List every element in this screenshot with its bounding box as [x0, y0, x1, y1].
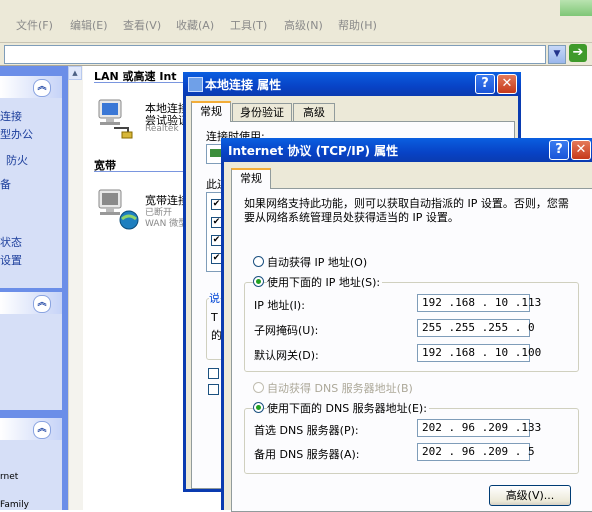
description-label: 说 — [209, 290, 220, 306]
task-pane-header-3[interactable]: ︽ — [0, 418, 62, 440]
subnet-mask-label: 子网掩码(U): — [254, 324, 319, 337]
windows-logo-icon — [560, 0, 592, 16]
section-divider — [94, 171, 194, 172]
manual-ip-radio[interactable] — [253, 276, 264, 287]
broadband-connection-device: WAN 微型 — [145, 219, 188, 229]
task-link-connect[interactable]: 连接 — [0, 108, 22, 124]
broadband-connection-icon[interactable] — [96, 186, 140, 232]
section-divider — [94, 82, 194, 83]
manual-ip-label[interactable]: 使用下面的 IP 地址(S): — [267, 274, 383, 290]
close-button[interactable]: ✕ — [497, 74, 517, 94]
manual-dns-radio[interactable] — [253, 402, 264, 413]
menu-file[interactable]: 文件(F) — [16, 17, 53, 33]
notify-checkbox[interactable] — [208, 384, 219, 395]
show-icon-checkbox[interactable] — [208, 368, 219, 379]
collapse-icon[interactable]: ︽ — [33, 421, 51, 439]
manual-dns-label[interactable]: 使用下面的 DNS 服务器地址(E): — [267, 400, 429, 416]
help-button[interactable]: ? — [475, 74, 495, 94]
auto-ip-label[interactable]: 自动获得 IP 地址(O) — [267, 254, 367, 270]
tab-general[interactable]: 常规 — [231, 168, 271, 189]
menu-edit[interactable]: 编辑(E) — [70, 17, 108, 33]
collapse-icon[interactable]: ︽ — [33, 295, 51, 313]
task-pane: ︽ 连接 型办公 防火 备 状态 设置 ︽ ︽ rnet Family — [0, 66, 68, 510]
gateway-label: 默认网关(D): — [254, 349, 319, 362]
task-link-office[interactable]: 型办公 — [0, 126, 33, 142]
preferred-dns-label: 首选 DNS 服务器(P): — [254, 424, 359, 437]
window-title: Internet 协议 (TCP/IP) 属性 — [228, 144, 399, 158]
other-places-panel — [0, 314, 62, 410]
dns-settings-group — [244, 408, 579, 474]
tab-page: 如果网络支持此功能，则可以获取自动指派的 IP 设置。否则，您需要从网络系统管理… — [231, 188, 592, 512]
task-pane-header[interactable]: ︽ — [0, 76, 62, 98]
window-title: 本地连接 属性 — [205, 78, 282, 92]
tab-authentication[interactable]: 身份验证 — [232, 103, 292, 121]
scroll-up-icon[interactable]: ▲ — [68, 66, 82, 80]
lan-connection-device: Realtek — [145, 124, 179, 134]
alternate-dns-label: 备用 DNS 服务器(A): — [254, 448, 360, 461]
advanced-button[interactable]: 高级(V)... — [489, 485, 571, 506]
description-text: T — [211, 311, 218, 324]
alternate-dns-input[interactable]: 202 . 96 .209 . 5 — [417, 443, 535, 461]
preferred-dns-input[interactable]: 202 . 96 .209 .133 — [417, 419, 541, 437]
tab-general[interactable]: 常规 — [191, 101, 231, 122]
menu-advanced[interactable]: 高级(N) — [284, 17, 323, 33]
ip-address-label: IP 地址(I): — [254, 299, 305, 312]
auto-dns-radio[interactable] — [253, 382, 264, 393]
scrollbar[interactable] — [68, 66, 83, 510]
menu-tools[interactable]: 工具(T) — [230, 17, 267, 33]
address-dropdown-icon[interactable]: ▼ — [548, 45, 566, 64]
network-window-icon — [188, 77, 203, 92]
details-text: Family — [0, 500, 29, 510]
subnet-mask-input[interactable]: 255 .255 .255 . 0 — [417, 319, 535, 337]
collapse-icon[interactable]: ︽ — [33, 79, 51, 97]
menu-favorites[interactable]: 收藏(A) — [176, 17, 214, 33]
menu-view[interactable]: 查看(V) — [123, 17, 161, 33]
details-text: rnet — [0, 472, 19, 482]
auto-ip-radio[interactable] — [253, 256, 264, 267]
title-bar[interactable]: Internet 协议 (TCP/IP) 属性 ? ✕ — [221, 138, 592, 162]
help-button[interactable]: ? — [549, 140, 569, 160]
network-tasks-panel: 连接 型办公 防火 备 状态 设置 — [0, 98, 62, 288]
task-link-settings[interactable]: 设置 — [0, 252, 22, 268]
go-arrow-icon[interactable]: ➔ — [569, 44, 587, 62]
tcpip-properties-window: Internet 协议 (TCP/IP) 属性 ? ✕ 常规 如果网络支持此功能… — [221, 138, 592, 512]
gateway-input[interactable]: 192 .168 . 10 .100 — [417, 344, 541, 362]
task-link-firewall[interactable]: 防火 — [6, 152, 28, 168]
network-connection-icon[interactable] — [96, 96, 136, 140]
close-button[interactable]: ✕ — [571, 140, 591, 160]
title-bar[interactable]: 本地连接 属性 ? ✕ — [183, 72, 521, 96]
address-input[interactable] — [4, 45, 546, 64]
dialog-body: 常规 如果网络支持此功能，则可以获取自动指派的 IP 设置。否则，您需要从网络系… — [224, 162, 592, 512]
task-link-device[interactable]: 备 — [0, 176, 11, 192]
menu-help[interactable]: 帮助(H) — [338, 17, 377, 33]
task-pane-header-2[interactable]: ︽ — [0, 292, 62, 314]
task-link-status[interactable]: 状态 — [0, 234, 22, 250]
auto-dns-label[interactable]: 自动获得 DNS 服务器地址(B) — [267, 380, 413, 396]
menu-bar: 文件(F) 编辑(E) 查看(V) 收藏(A) 工具(T) 高级(N) 帮助(H… — [0, 0, 592, 43]
details-panel: rnet Family — [0, 440, 62, 510]
info-text: 如果网络支持此功能，则可以获取自动指派的 IP 设置。否则，您需要从网络系统管理… — [244, 197, 569, 224]
ip-address-input[interactable]: 192 .168 . 10 .113 — [417, 294, 541, 312]
tab-advanced[interactable]: 高级 — [293, 103, 335, 121]
